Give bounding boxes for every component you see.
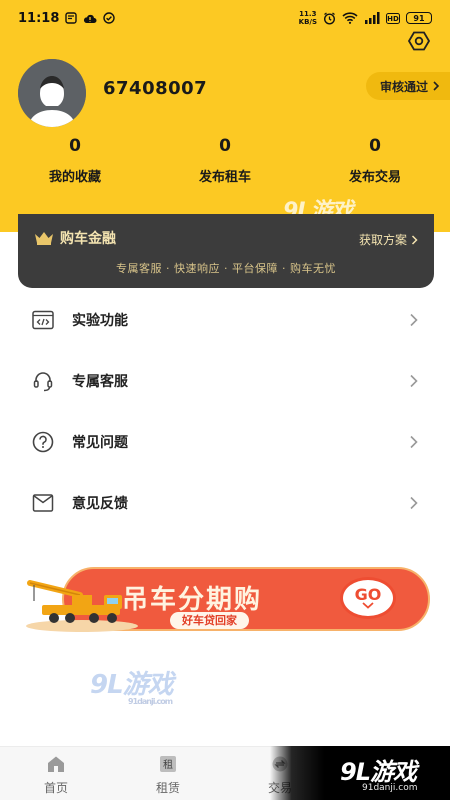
home-icon [48,756,64,772]
get-plan-label: 获取方案 [358,233,407,247]
chevron-down-icon [362,601,374,609]
notification-box-icon [65,12,78,24]
stat-value: 0 [69,136,81,156]
hd-icon: HD [386,12,400,24]
profile-screen: 11:18 11.3 KB/S HD 91 67408007 审核通过 0 我的… [0,0,450,800]
status-time: 11:18 [18,10,60,26]
avatar[interactable] [18,59,86,127]
finance-card[interactable]: 购车金融 获取方案 专属客服 · 快速响应 · 平台保障 · 购车无忧 [18,214,434,288]
settings-menu: 实验功能 专属客服 常见问题 意见反馈 [0,289,450,533]
tab-home[interactable]: 首页 [0,747,112,800]
review-status-label: 审核通过 [379,79,428,94]
chevron-right-icon [410,313,418,326]
chevron-right-icon [411,234,418,245]
settings-hexagon-icon [408,31,430,51]
chevron-right-icon [410,374,418,387]
stat-label: 我的收藏 [48,170,101,185]
get-plan-link[interactable]: 获取方案 [359,231,418,248]
tab-label: 首页 [43,781,68,795]
brand-logo: 9L游戏 [340,758,417,786]
stat-value: 0 [219,136,231,156]
code-icon [32,309,54,331]
svg-text:HD: HD [387,15,399,23]
stat-trade-posts[interactable]: 0 发布交易 [300,134,450,185]
mail-icon [32,492,54,514]
profile-header: 11:18 11.3 KB/S HD 91 67408007 审核通过 0 我的… [0,0,450,232]
banner-title: 吊车分期购 [122,585,263,615]
review-status-button[interactable]: 审核通过 [365,72,450,100]
stat-value: 0 [369,136,381,156]
menu-item-customer-service[interactable]: 专属客服 [0,350,450,411]
finance-title: 购车金融 [60,231,116,247]
crown-icon [35,232,53,245]
question-icon [32,431,54,453]
wifi-icon [342,12,358,24]
net-speed: 11.3 KB/S [298,10,317,26]
check-circle-icon [103,12,116,24]
headset-icon [32,370,54,392]
menu-item-faq[interactable]: 常见问题 [0,411,450,472]
menu-item-label: 常见问题 [72,434,128,451]
watermark-logo-center: 9L游戏 91danji.com [90,670,174,706]
brand-site: 91danji.com [362,783,418,793]
stat-label: 发布租车 [198,170,251,185]
chevron-right-icon [410,435,418,448]
chevron-right-icon [410,496,418,509]
banner-subtitle: 好车贷回家 [170,612,249,629]
stats-row: 0 我的收藏 0 发布租车 0 发布交易 [0,134,450,185]
tab-label: 租赁 [155,781,180,795]
menu-item-experimental[interactable]: 实验功能 [0,289,450,350]
avatar-silhouette-icon [18,59,86,127]
menu-item-feedback[interactable]: 意见反馈 [0,472,450,533]
menu-item-label: 实验功能 [72,312,128,329]
finance-subtitle: 专属客服 · 快速响应 · 平台保障 · 购车无忧 [116,262,336,275]
rental-icon-text: 租 [163,758,173,771]
rental-icon: 租 [160,756,176,772]
watermark-site: 91danji.com [128,697,173,706]
menu-item-label: 专属客服 [72,373,128,390]
stat-favorites[interactable]: 0 我的收藏 [0,134,150,185]
go-label: GO [354,584,382,604]
username: 67408007 [103,78,208,99]
chevron-right-icon [433,81,440,91]
signal-icon [364,12,380,24]
stat-rental-posts[interactable]: 0 发布租车 [150,134,300,185]
alarm-icon [323,11,336,25]
battery-indicator: 91 [406,12,432,24]
tab-rental[interactable]: 租 租赁 [112,747,224,800]
stat-label: 发布交易 [348,170,401,185]
cloud-icon [83,13,97,24]
status-bar: 11:18 11.3 KB/S HD 91 [0,0,450,36]
settings-button[interactable] [406,28,432,54]
menu-item-label: 意见反馈 [72,495,128,512]
crane-installment-banner[interactable]: 吊车分期购 好车贷回家 GO [22,563,432,635]
go-button[interactable]: GO [340,577,396,619]
